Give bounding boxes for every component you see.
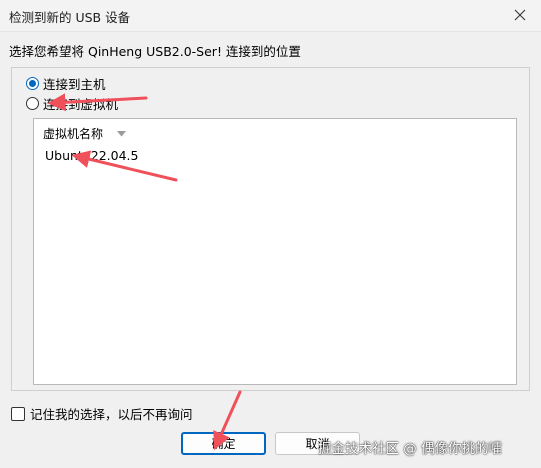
- title-bar: 检测到新的 USB 设备: [0, 0, 541, 32]
- watermark: 掘金技术社区 @ 偶像你挑的嚯: [318, 441, 503, 457]
- dialog-prompt: 选择您希望将 QinHeng USB2.0-Ser! 连接到的位置: [9, 44, 301, 59]
- list-item[interactable]: Ubuntu22.04.5: [34, 145, 516, 166]
- vm-name: Ubuntu22.04.5: [45, 148, 139, 163]
- ok-button[interactable]: 确定: [181, 432, 266, 455]
- connect-vm-option[interactable]: 连接到虚拟机: [26, 94, 118, 112]
- close-button[interactable]: [503, 3, 537, 27]
- connect-vm-label: 连接到虚拟机: [43, 96, 119, 112]
- remember-label: 记住我的选择，以后不再询问: [30, 407, 193, 422]
- remember-choice[interactable]: 记住我的选择，以后不再询问: [11, 404, 193, 423]
- vm-name-column-label: 虚拟机名称: [43, 127, 104, 141]
- sort-down-icon: [117, 130, 127, 136]
- close-icon: [514, 9, 526, 21]
- connect-host-radio[interactable]: [26, 76, 39, 90]
- connect-host-option[interactable]: 连接到主机: [26, 74, 106, 92]
- remember-checkbox[interactable]: [11, 406, 25, 421]
- window-title: 检测到新的 USB 设备: [9, 10, 131, 25]
- vm-list[interactable]: 虚拟机名称 Ubuntu22.04.5: [33, 118, 517, 385]
- connect-vm-radio[interactable]: [26, 96, 39, 110]
- connection-options-group: 连接到主机 连接到虚拟机 虚拟机名称 Ubuntu22.04.5: [11, 67, 530, 391]
- vm-name-column-header[interactable]: 虚拟机名称: [43, 125, 127, 142]
- connect-host-label: 连接到主机: [43, 76, 106, 92]
- vm-list-header[interactable]: 虚拟机名称: [34, 119, 516, 145]
